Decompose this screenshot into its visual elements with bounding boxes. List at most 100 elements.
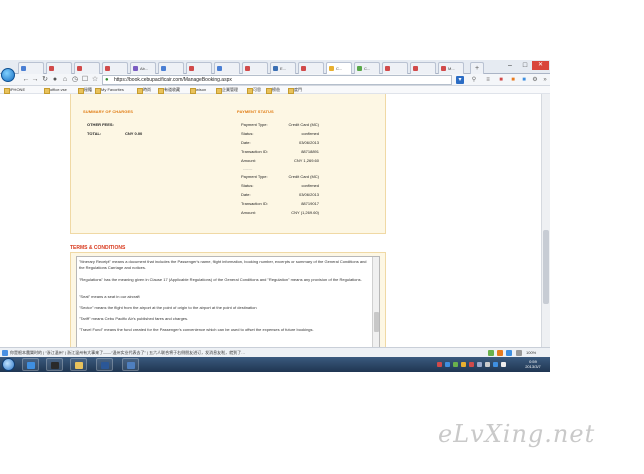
- tray-app-icon[interactable]: [501, 362, 506, 367]
- tab-label: Ab...: [140, 66, 149, 71]
- browser-tab[interactable]: [382, 62, 408, 74]
- bookmark-item[interactable]: 有道收藏: [158, 87, 180, 94]
- security-icon[interactable]: [488, 350, 494, 356]
- address-bar[interactable]: ● https://book.cebupacificair.com/Manage…: [102, 75, 452, 85]
- close-window-button[interactable]: ✕: [532, 61, 549, 70]
- refresh-icon[interactable]: ↻: [41, 76, 49, 84]
- zoom-level[interactable]: 100%: [526, 350, 536, 356]
- page-scrollbar[interactable]: [541, 94, 550, 357]
- stats-icon[interactable]: ■: [497, 76, 505, 84]
- window-icon: [127, 362, 135, 369]
- taskbar-app-ie[interactable]: [22, 358, 39, 371]
- tab-label: C...: [364, 66, 371, 71]
- browser-tab[interactable]: [18, 62, 44, 74]
- browser-tab[interactable]: [186, 62, 212, 74]
- browser-tab[interactable]: C...: [326, 62, 352, 74]
- start-button[interactable]: [2, 358, 15, 371]
- bookmark-add-icon[interactable]: ☐: [81, 76, 89, 84]
- bookmark-item[interactable]: 度門: [288, 87, 302, 94]
- history-icon[interactable]: ◷: [71, 76, 79, 84]
- tray-app-icon[interactable]: [493, 362, 498, 367]
- browser-tab[interactable]: [214, 62, 240, 74]
- forward-icon[interactable]: →: [31, 76, 39, 84]
- terms-text-area[interactable]: "Itinerary Receipt" means a document tha…: [76, 256, 380, 357]
- tray-app-icon[interactable]: [461, 362, 466, 367]
- tab-favicon-icon: [105, 66, 110, 71]
- page-scroll-thumb[interactable]: [543, 230, 549, 304]
- back-icon[interactable]: ←: [22, 76, 30, 84]
- search-engine-icon[interactable]: ▾: [456, 76, 464, 84]
- browser-tab[interactable]: [74, 62, 100, 74]
- zoom-icon[interactable]: [516, 350, 522, 356]
- browser-tab[interactable]: [298, 62, 324, 74]
- bookmark-item[interactable]: iPHONE: [4, 87, 25, 94]
- transaction-id-value: 88718891: [301, 149, 319, 154]
- bookmark-item[interactable]: 可思: [247, 87, 261, 94]
- search-icon[interactable]: ⚲: [470, 76, 478, 84]
- terms-scroll-thumb[interactable]: [374, 312, 379, 332]
- favorite-star-icon[interactable]: ☆: [91, 76, 99, 84]
- taskbar-app-5[interactable]: [122, 358, 139, 371]
- total-label: TOTAL:: [87, 131, 102, 136]
- browser-tab[interactable]: Ab...: [130, 62, 156, 74]
- bookmark-item[interactable]: office.vse: [44, 87, 67, 94]
- payment-status-heading: PAYMENT STATUS: [237, 109, 274, 114]
- more-icon[interactable]: »: [541, 76, 549, 84]
- rss-icon[interactable]: ■: [509, 76, 517, 84]
- transaction-id-label: Transaction ID:: [241, 201, 268, 206]
- menu-icon[interactable]: ≡: [484, 76, 492, 84]
- taskbar-app-media[interactable]: [46, 358, 63, 371]
- bookmark-item[interactable]: wison: [190, 87, 206, 94]
- status-bar: 你是根本農樂时的 | “浙江温州” | 浙江温州有大事来了——“温州实业代表去了…: [0, 347, 550, 357]
- tab-favicon-icon: [357, 66, 362, 71]
- browser-tab[interactable]: [158, 62, 184, 74]
- tray-app-icon[interactable]: [453, 362, 458, 367]
- minimize-button[interactable]: –: [503, 61, 517, 70]
- amount-value: CNY (1,269.60): [291, 210, 319, 215]
- browser-tab[interactable]: C...: [354, 62, 380, 74]
- status-ticker[interactable]: 你是根本農樂时的 | “浙江温州” | 浙江温州有大事来了——“温州实业代表去了…: [10, 350, 245, 356]
- payment-type-value: Credit Card (MC): [288, 174, 319, 179]
- taskbar-app-explorer[interactable]: [70, 358, 87, 371]
- terms-paragraph: "Travel Fund" means the fund created for…: [79, 327, 314, 332]
- tab-favicon-icon: [301, 66, 306, 71]
- browser-tab[interactable]: [242, 62, 268, 74]
- bookmark-item[interactable]: 時尚: [137, 87, 151, 94]
- ie-icon: [27, 362, 35, 369]
- settings-icon[interactable]: ⚙: [531, 76, 539, 84]
- system-clock[interactable]: 0:59 2013/3/7: [516, 359, 550, 369]
- transaction-id-value: 88719017: [301, 201, 319, 206]
- record-divider: -------: [243, 166, 253, 171]
- bookmark-item[interactable]: My Favorites: [95, 87, 124, 94]
- bookmark-item[interactable]: 秘籍: [78, 87, 92, 94]
- browser-tab[interactable]: M...: [438, 62, 464, 74]
- terms-scrollbar[interactable]: [372, 257, 379, 357]
- tab-favicon-icon: [77, 66, 82, 71]
- maximize-button[interactable]: □: [518, 61, 532, 70]
- download-icon[interactable]: [497, 350, 503, 356]
- page: Ab... E... C... C... M... + – □ ✕ ← → ↻ ● ⌂ …: [0, 0, 644, 474]
- bookmark-item[interactable]: 企業管理: [216, 87, 238, 94]
- network-icon[interactable]: [506, 350, 512, 356]
- clock-date: 2013/3/7: [525, 364, 541, 369]
- tray-volume-icon[interactable]: [485, 362, 490, 367]
- bookmark-item[interactable]: 螃爸: [266, 87, 280, 94]
- taskbar-app-word[interactable]: [96, 358, 113, 371]
- tray-antivirus-icon[interactable]: [437, 362, 442, 367]
- browser-tab[interactable]: [102, 62, 128, 74]
- new-tab-button[interactable]: +: [470, 62, 484, 74]
- tab-label: C...: [336, 66, 343, 71]
- news-icon: [2, 350, 8, 356]
- home-icon[interactable]: ⌂: [61, 76, 69, 84]
- browser-tab[interactable]: E...: [270, 62, 296, 74]
- extension-icon[interactable]: ■: [520, 76, 528, 84]
- tray-chat-icon[interactable]: [445, 362, 450, 367]
- tray-network-icon[interactable]: [477, 362, 482, 367]
- tray-app-icon[interactable]: [469, 362, 474, 367]
- browser-tab[interactable]: [410, 62, 436, 74]
- browser-tab[interactable]: [46, 62, 72, 74]
- browser-logo-icon[interactable]: [1, 68, 15, 82]
- stop-icon[interactable]: ●: [51, 76, 59, 84]
- tab-favicon-icon: [413, 66, 418, 71]
- lock-icon: ●: [105, 77, 109, 83]
